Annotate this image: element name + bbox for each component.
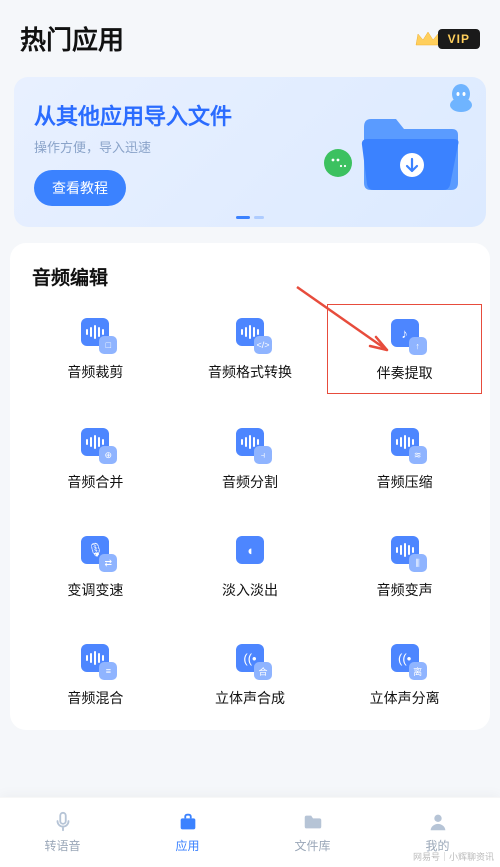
- qq-icon: [448, 83, 474, 113]
- tool-label: 立体声合成: [215, 688, 285, 708]
- tool-icon: ⫞: [230, 422, 270, 462]
- section-title: 音频编辑: [18, 263, 482, 304]
- tool-11[interactable]: ((•离立体声分离: [327, 630, 482, 718]
- audio-edit-section: 音频编辑 □ 音频裁剪 </> 音频格式转换 ♪↑ 伴奏提取 ⊕ 音频合并 ⫞ 音频分割 ≋ 音频压缩…: [10, 243, 490, 730]
- folder-icon: [301, 811, 325, 833]
- tool-label: 淡入淡出: [222, 580, 278, 600]
- import-banner[interactable]: 从其他应用导入文件 操作方便，导入迅速 查看教程: [14, 77, 486, 227]
- tool-label: 立体声分离: [370, 688, 440, 708]
- wechat-icon: [324, 149, 352, 177]
- tool-label: 音频分割: [222, 472, 278, 492]
- tab-label: 应用: [175, 837, 199, 854]
- tool-4[interactable]: ⫞ 音频分割: [173, 414, 328, 502]
- tool-10[interactable]: ((•合立体声合成: [173, 630, 328, 718]
- person-icon: [426, 811, 450, 833]
- watermark: 网易号｜小辉聊资讯: [413, 850, 494, 863]
- tool-icon: ((•合: [230, 638, 270, 678]
- vip-badge[interactable]: VIP: [414, 29, 480, 49]
- tool-icon: □: [75, 312, 115, 352]
- tool-8[interactable]: ⫼ 音频变声: [327, 522, 482, 610]
- tool-1[interactable]: </> 音频格式转换: [173, 304, 328, 394]
- tool-label: 音频变声: [377, 580, 433, 600]
- tool-label: 变调变速: [67, 580, 123, 600]
- tab-mic[interactable]: 转语音: [0, 798, 125, 867]
- tool-icon: ⫼: [385, 530, 425, 570]
- tool-icon: 🎙⇄: [75, 530, 115, 570]
- tool-7[interactable]: ◖ 淡入淡出: [173, 522, 328, 610]
- tool-6[interactable]: 🎙⇄ 变调变速: [18, 522, 173, 610]
- tool-3[interactable]: ⊕ 音频合并: [18, 414, 173, 502]
- mic-icon: [51, 811, 75, 833]
- vip-label: VIP: [438, 29, 480, 49]
- tool-label: 音频压缩: [377, 472, 433, 492]
- tool-icon: ◖: [230, 530, 270, 570]
- tool-2[interactable]: ♪↑ 伴奏提取: [327, 304, 482, 394]
- tab-folder[interactable]: 文件库: [250, 798, 375, 867]
- tab-label: 文件库: [294, 837, 330, 854]
- tool-5[interactable]: ≋ 音频压缩: [327, 414, 482, 502]
- tool-icon: ⊕: [75, 422, 115, 462]
- tab-briefcase[interactable]: 应用: [125, 798, 250, 867]
- tool-0[interactable]: □ 音频裁剪: [18, 304, 173, 394]
- page-title: 热门应用: [20, 20, 124, 57]
- tool-icon: ♪↑: [385, 313, 425, 353]
- tool-label: 音频裁剪: [67, 362, 123, 382]
- tool-label: 音频合并: [67, 472, 123, 492]
- folder-illustration: [356, 105, 466, 195]
- briefcase-icon: [176, 811, 200, 833]
- tool-icon: ((•离: [385, 638, 425, 678]
- tab-label: 转语音: [44, 837, 80, 854]
- tool-icon: ≋: [385, 422, 425, 462]
- tool-9[interactable]: ≡ 音频混合: [18, 630, 173, 718]
- tool-icon: </>: [230, 312, 270, 352]
- tool-icon: ≡: [75, 638, 115, 678]
- tool-label: 音频混合: [67, 688, 123, 708]
- tutorial-button[interactable]: 查看教程: [34, 170, 126, 206]
- tool-label: 音频格式转换: [208, 362, 292, 382]
- banner-pagination: [236, 216, 264, 219]
- tool-label: 伴奏提取: [377, 363, 433, 383]
